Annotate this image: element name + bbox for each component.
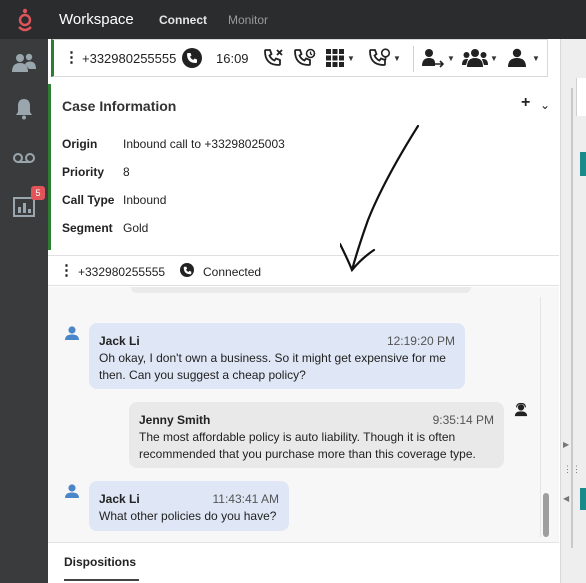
keypad-button[interactable]: ▼ <box>325 47 355 69</box>
message-text: Oh okay, I don't own a business. So it m… <box>99 351 446 382</box>
tab-dispositions[interactable]: Dispositions <box>64 555 139 581</box>
message-bubble-customer: Jack Li 11:43:41 AM What other policies … <box>89 481 289 531</box>
right-panel-teal-marker <box>580 152 586 176</box>
left-sidebar: 5 <box>0 39 48 583</box>
customer-avatar-icon <box>65 326 79 340</box>
call-timer: 16:09 <box>216 51 249 66</box>
collapse-case-chevron-icon[interactable]: ⌄ <box>540 98 550 112</box>
priority-label: Priority <box>62 165 105 179</box>
bell-icon <box>16 99 32 120</box>
case-information-panel: Case Information + ⌄ Origin Inbound call… <box>48 84 559 250</box>
priority-value: 8 <box>123 165 130 179</box>
message-bubble-agent: Jenny Smith 9:35:14 PM The most affordab… <box>129 402 504 468</box>
instant-transfer-button[interactable]: ▼ <box>506 47 540 69</box>
tab-monitor[interactable]: Monitor <box>228 13 268 27</box>
end-call-button[interactable] <box>264 47 284 69</box>
chevron-down-icon: ▼ <box>490 53 498 63</box>
origin-value: Inbound call to +33298025003 <box>123 137 285 151</box>
keypad-icon <box>326 49 344 67</box>
add-case-data-button[interactable]: + <box>521 94 530 112</box>
sidebar-item-voicemail[interactable] <box>0 136 48 180</box>
agent-avatar-icon <box>514 403 528 417</box>
hold-call-button[interactable] <box>294 47 316 69</box>
chevron-down-icon: ▼ <box>447 53 455 63</box>
interaction-phone-number: +332980255555 <box>78 265 166 279</box>
chevron-down-icon: ▼ <box>347 53 355 63</box>
sidebar-item-contacts[interactable] <box>0 41 48 85</box>
chevron-down-icon: ▼ <box>393 53 401 63</box>
app-title: Workspace <box>59 11 134 28</box>
message-text: The most affordable policy is auto liabi… <box>139 430 476 461</box>
more-options-icon[interactable]: ⋮ <box>64 48 79 66</box>
toolbar-divider <box>413 46 414 72</box>
panel-drag-handle-icon[interactable]: ⋮⋮ <box>563 464 581 475</box>
top-bar: Workspace Connect Monitor <box>0 0 586 39</box>
transfer-button[interactable]: ▼ <box>421 47 455 69</box>
right-panel-teal-marker <box>580 488 586 510</box>
call-phone-number: +332980255555 <box>82 51 177 66</box>
segment-label: Segment <box>62 221 113 235</box>
hold-call-icon <box>294 48 316 66</box>
phone-connected-icon <box>180 263 194 277</box>
contacts-icon <box>12 53 36 72</box>
origin-label: Origin <box>62 137 98 151</box>
voicemail-icon <box>13 153 35 163</box>
interaction-more-options-icon[interactable]: ⋮ <box>59 261 74 279</box>
message-text: What other policies do you have? <box>99 509 277 523</box>
sidebar-item-notifications[interactable] <box>0 87 48 131</box>
message-timestamp: 9:35:14 PM <box>432 413 494 427</box>
call-toolbar: ⋮ +332980255555 16:09 ▼ ▼ ▼ ▼ ▼ <box>51 39 548 77</box>
dispositions-area: Dispositions <box>48 542 559 583</box>
consult-icon <box>369 48 391 66</box>
reports-icon <box>13 197 35 217</box>
transcript-scrollbar-thumb[interactable] <box>543 493 549 537</box>
message-timestamp: 12:19:20 PM <box>386 334 455 348</box>
consult-button[interactable]: ▼ <box>369 47 401 69</box>
conference-icon <box>462 49 488 67</box>
tab-connect[interactable]: Connect <box>159 13 207 27</box>
right-panel-scrollbar[interactable] <box>571 88 573 548</box>
conference-button[interactable]: ▼ <box>462 47 498 69</box>
collapse-left-arrow-icon[interactable]: ◀ <box>563 494 569 503</box>
customer-avatar-icon <box>65 484 79 498</box>
call-type-value: Inbound <box>123 193 167 207</box>
reports-badge: 5 <box>31 186 45 200</box>
segment-value: Gold <box>123 221 149 235</box>
call-type-label: Call Type <box>62 193 115 207</box>
chevron-down-icon: ▼ <box>532 53 540 63</box>
transfer-icon <box>422 49 445 68</box>
expand-right-arrow-icon[interactable]: ▶ <box>563 440 569 449</box>
genesys-logo-icon <box>18 8 32 32</box>
connection-status: Connected <box>203 265 262 279</box>
instant-transfer-icon <box>508 48 526 67</box>
call-status-phone-icon <box>182 48 202 68</box>
chat-transcript[interactable]: Jack Li 12:19:20 PM Oh okay, I don't own… <box>48 287 559 542</box>
message-bubble-customer: Jack Li 12:19:20 PM Oh okay, I don't own… <box>89 323 465 389</box>
end-call-icon <box>264 49 283 66</box>
case-information-title: Case Information <box>62 98 177 114</box>
right-panel-card <box>576 78 586 116</box>
previous-message-bubble <box>131 287 471 293</box>
interaction-header: ⋮ +332980255555 Connected <box>48 255 559 286</box>
message-timestamp: 11:43:41 AM <box>212 492 280 506</box>
